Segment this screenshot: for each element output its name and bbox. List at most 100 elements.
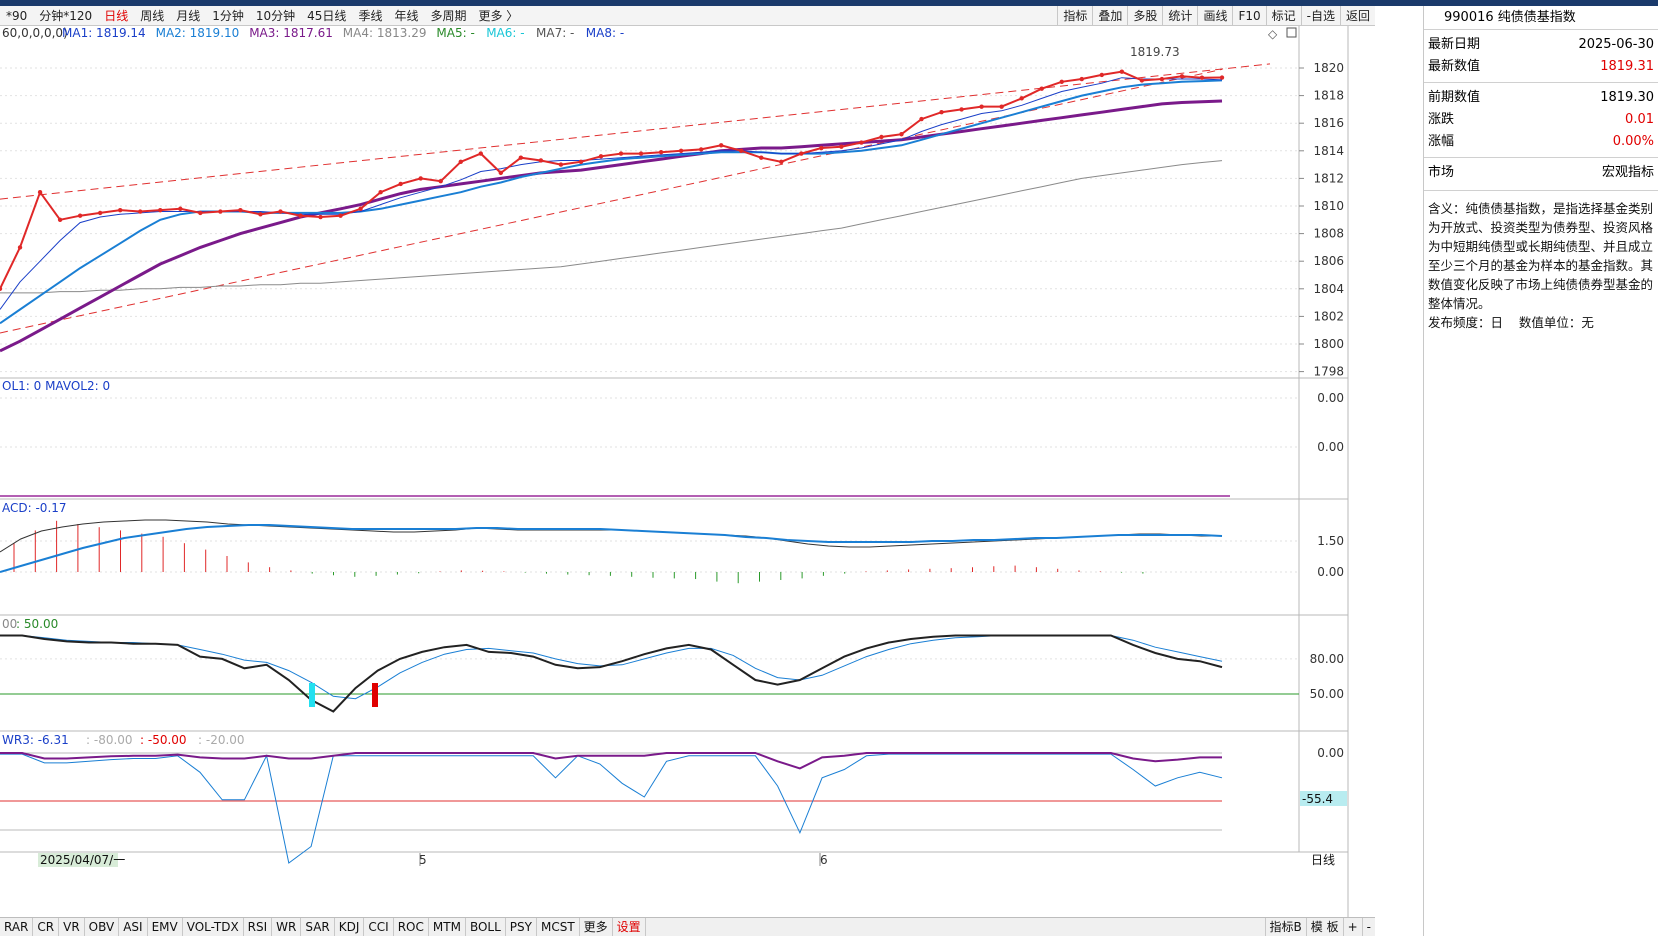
tool-button-4[interactable]: 画线 [1197,6,1232,25]
info-label: 市场 [1428,165,1455,180]
close-point [919,116,924,122]
indicator-tab-vr[interactable]: VR [59,918,85,936]
indicator-tab-mcst[interactable]: MCST [537,918,580,936]
period-tab-10[interactable]: 多周期 [424,6,472,26]
info-value: 0.00% [1612,134,1654,149]
close-point [178,206,183,211]
wr-tick-label: 0.00 [1317,746,1344,760]
panel-toggle-icon [1286,27,1297,38]
indicator-tab-obv[interactable]: OBV [85,918,120,936]
info-row: 市场 宏观指标 [1424,162,1658,184]
close-point [999,104,1004,109]
info-row: 涨跌 0.01 [1424,109,1658,131]
close-point [698,147,704,152]
tool-button-0[interactable]: 指标 [1057,6,1092,25]
tool-button-5[interactable]: F10 [1232,6,1265,25]
kdj-buy-signal [309,683,315,707]
macd-tick-label: 1.50 [1317,534,1344,548]
indicator-tab-rsi[interactable]: RSI [244,918,273,936]
indicator-tab-kdj[interactable]: KDJ [335,918,365,936]
vol-tick-label: 0.00 [1317,391,1344,405]
macd-dea-line [0,524,1223,573]
period-tab-7[interactable]: 45日线 [301,6,352,26]
tool-button-7[interactable]: -自选 [1300,6,1340,25]
close-point [57,217,63,222]
close-point [1039,86,1044,91]
close-point [498,170,504,176]
close-point [378,190,383,195]
period-tab-4[interactable]: 月线 [170,6,206,26]
indicator-tab-mtm[interactable]: MTM [429,918,466,936]
close-point [478,151,483,156]
tool-button-8[interactable]: 返回 [1339,6,1375,25]
ma-legend-item: MA3: 1817.61 [249,26,333,40]
index-description: 含义：纯债债基指数，是指选择基金类别为开放式、投资类型为债券型、投资风格为中短期… [1424,190,1658,340]
kdj-legend-value: : 50.00 [16,617,58,631]
price-tick-label: 1806 [1313,254,1344,268]
wr-legend-main: WR3: -6.31 [2,733,69,747]
close-point [278,209,283,214]
info-label: 最新日期 [1428,37,1481,52]
period-selector: *90 分钟*120 日线 周线 月线 1分钟 10分钟 45日线 季线 年线 多周期 更多 〉 [0,6,524,25]
tool-button-3[interactable]: 统计 [1162,6,1197,25]
indicator-tab-cr[interactable]: CR [33,918,60,936]
indicator-right-button-3[interactable]: - [1361,918,1375,936]
ma-legend-item: MA4: 1813.29 [343,26,427,40]
ma-legend-item: MA8: - [586,26,624,40]
indicator-tab-vol-tdx[interactable]: VOL-TDX [183,918,244,936]
tool-button-2[interactable]: 多股 [1127,6,1162,25]
diamond-icon: ◇ [1268,27,1278,41]
close-point [218,209,223,214]
close-point [198,210,203,216]
macd-legend: ACD: -0.17 [2,501,67,515]
indicator-right-button-0[interactable]: 指标B [1264,918,1306,936]
period-tab-0[interactable]: *90 [0,6,33,26]
period-tab-2[interactable]: 日线 [98,6,134,26]
indicator-tab-sar[interactable]: SAR [301,918,335,936]
info-row: 最新数值 1819.31 [1424,56,1658,78]
tool-button-6[interactable]: 标记 [1265,6,1301,25]
ma-legend-item: MA6: - [486,26,524,40]
ma-legend-item: MA1: 1819.14 [62,26,146,40]
close-point [859,140,864,145]
tool-button-1[interactable]: 叠加 [1092,6,1127,25]
period-tab-8[interactable]: 季线 [352,6,388,26]
indicator-tab-wr[interactable]: WR [272,918,302,936]
period-tab-1[interactable]: 分钟*120 [33,6,98,26]
period-tab-9[interactable]: 年线 [388,6,424,26]
kdj-k-line [0,634,1223,713]
date-start-label: 2025/04/07/一 [40,853,125,867]
indicator-tab-emv[interactable]: EMV [148,918,183,936]
indicator-tab-asi[interactable]: ASI [119,918,148,936]
chart-canvas[interactable]: 1820 1818 1816 1814 1812 1810 1808 1806 1804 1802… [0,26,1375,917]
indicator-tab-boll[interactable]: BOLL [466,918,506,936]
indicator-tab-设置[interactable]: 设置 [613,918,646,936]
close-point [318,214,323,220]
info-label: 最新数值 [1428,59,1481,74]
indicator-right-button-2[interactable]: + [1342,918,1362,936]
period-tab-5[interactable]: 1分钟 [206,6,250,26]
price-tick-label: 1820 [1313,61,1344,75]
close-point [939,109,944,115]
close-point [1119,69,1125,74]
ma1-line [0,77,1223,310]
period-tab-3[interactable]: 周线 [134,6,170,26]
indicator-tab-psy[interactable]: PSY [506,918,537,936]
price-tick-label: 1814 [1313,144,1344,158]
date-month-6: 6 [820,853,828,867]
period-tab-11[interactable]: 更多 〉 [472,6,524,26]
indicator-tab-更多[interactable]: 更多 [580,918,613,936]
info-row: 最新日期 2025-06-30 [1424,34,1658,56]
indicator-tab-roc[interactable]: ROC [394,918,429,936]
indicator-tab-rar[interactable]: RAR [0,918,34,936]
price-tick-label: 1798 [1313,365,1344,379]
close-line [0,70,1223,290]
indicator-tabs-right: 指标B 模 板 + - [1264,918,1375,936]
close-point [458,159,463,165]
period-tab-6[interactable]: 10分钟 [250,6,301,26]
close-point [0,286,3,291]
indicator-right-button-1[interactable]: 模 板 [1305,918,1343,936]
kdj-legend-prefix: 00 [2,617,17,631]
indicator-tab-cci[interactable]: CCI [364,918,394,936]
high-value-label: 1819.73 [1130,45,1180,59]
